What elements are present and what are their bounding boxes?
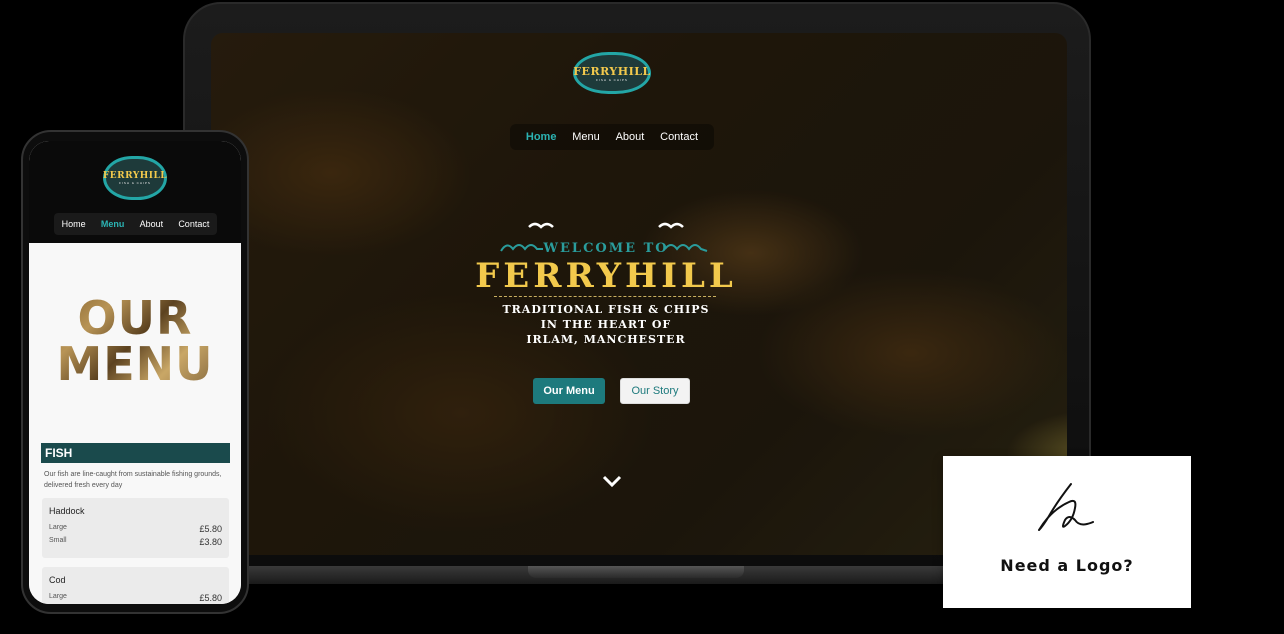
nav-about[interactable]: About (140, 219, 164, 229)
laptop-screen: FERRYHILL FISH & CHIPS Home Menu About C… (211, 33, 1067, 555)
menu-headline-line: MENU (56, 337, 214, 391)
menu-headline: OUR MENU (29, 295, 241, 387)
menu-item-card: Haddock Large £5.80 Small £3.80 (42, 498, 229, 558)
price-row: Small £3.80 (49, 537, 222, 547)
hero-subtitle-line: TRADITIONAL FISH & CHIPS (502, 303, 710, 316)
menu-headline-line: OUR (77, 291, 193, 345)
nav-home[interactable]: Home (62, 219, 86, 229)
phone-nav: Home Menu About Contact (54, 213, 217, 235)
price-row: Large £5.80 (49, 524, 222, 534)
hero-divider (494, 296, 716, 297)
hero-subtitle-line: IRLAM, MANCHESTER (526, 333, 686, 346)
menu-item-name: Cod (49, 575, 66, 585)
size-label: Large (49, 593, 67, 600)
chevron-down-icon[interactable] (600, 472, 624, 490)
laptop-notch (528, 566, 744, 578)
menu-item-name: Haddock (49, 506, 85, 516)
phone-logo[interactable]: FERRYHILL FISH & CHIPS (103, 156, 167, 200)
price-row: Large £5.80 (49, 593, 222, 603)
laptop-nav: Home Menu About Contact (510, 124, 714, 150)
nav-menu[interactable]: Menu (101, 219, 125, 229)
nav-about[interactable]: About (616, 131, 645, 143)
price: £5.80 (199, 524, 222, 534)
menu-item-card: Cod Large £5.80 (42, 567, 229, 604)
site-logo[interactable]: FERRYHILL FISH & CHIPS (573, 52, 651, 94)
seagull-right-icon (658, 222, 684, 229)
nav-home[interactable]: Home (526, 131, 557, 143)
seagull-left-icon (528, 222, 554, 229)
phone-screen: FERRYHILL FISH & CHIPS Home Menu About C… (29, 141, 241, 604)
hero-subtitle-line: IN THE HEART OF (540, 318, 672, 331)
size-label: Large (49, 524, 67, 531)
signature-icon (1038, 483, 1094, 531)
hero-title: FERRYHILL (475, 256, 737, 296)
nav-contact[interactable]: Contact (660, 131, 698, 143)
logo-title: FERRYHILL (573, 64, 651, 78)
nav-menu[interactable]: Menu (572, 131, 600, 143)
our-menu-button[interactable]: Our Menu (533, 378, 605, 404)
price: £3.80 (199, 537, 222, 547)
phone-header: FERRYHILL FISH & CHIPS Home Menu About C… (29, 141, 241, 243)
price: £5.80 (199, 593, 222, 603)
our-story-button[interactable]: Our Story (620, 378, 690, 404)
logo-title: FERRYHILL (102, 171, 168, 181)
mockup-stage: FERRYHILL FISH & CHIPS Home Menu About C… (0, 0, 1284, 634)
need-logo-label: Need a Logo? (1000, 556, 1134, 575)
phone-menu-page: OUR MENU FISH Our fish are line-caught f… (29, 243, 241, 604)
size-label: Small (49, 537, 67, 544)
nav-contact[interactable]: Contact (178, 219, 209, 229)
logo-subtitle: FISH & CHIPS (596, 77, 628, 82)
logo-subtitle: FISH & CHIPS (119, 181, 151, 185)
hero-welcome: WELCOME TO (543, 241, 669, 256)
section-description: Our fish are line-caught from sustainabl… (44, 471, 222, 489)
hero-subtitle: TRADITIONAL FISH & CHIPS IN THE HEART OF… (391, 302, 821, 347)
section-title-fish: FISH (41, 443, 230, 463)
